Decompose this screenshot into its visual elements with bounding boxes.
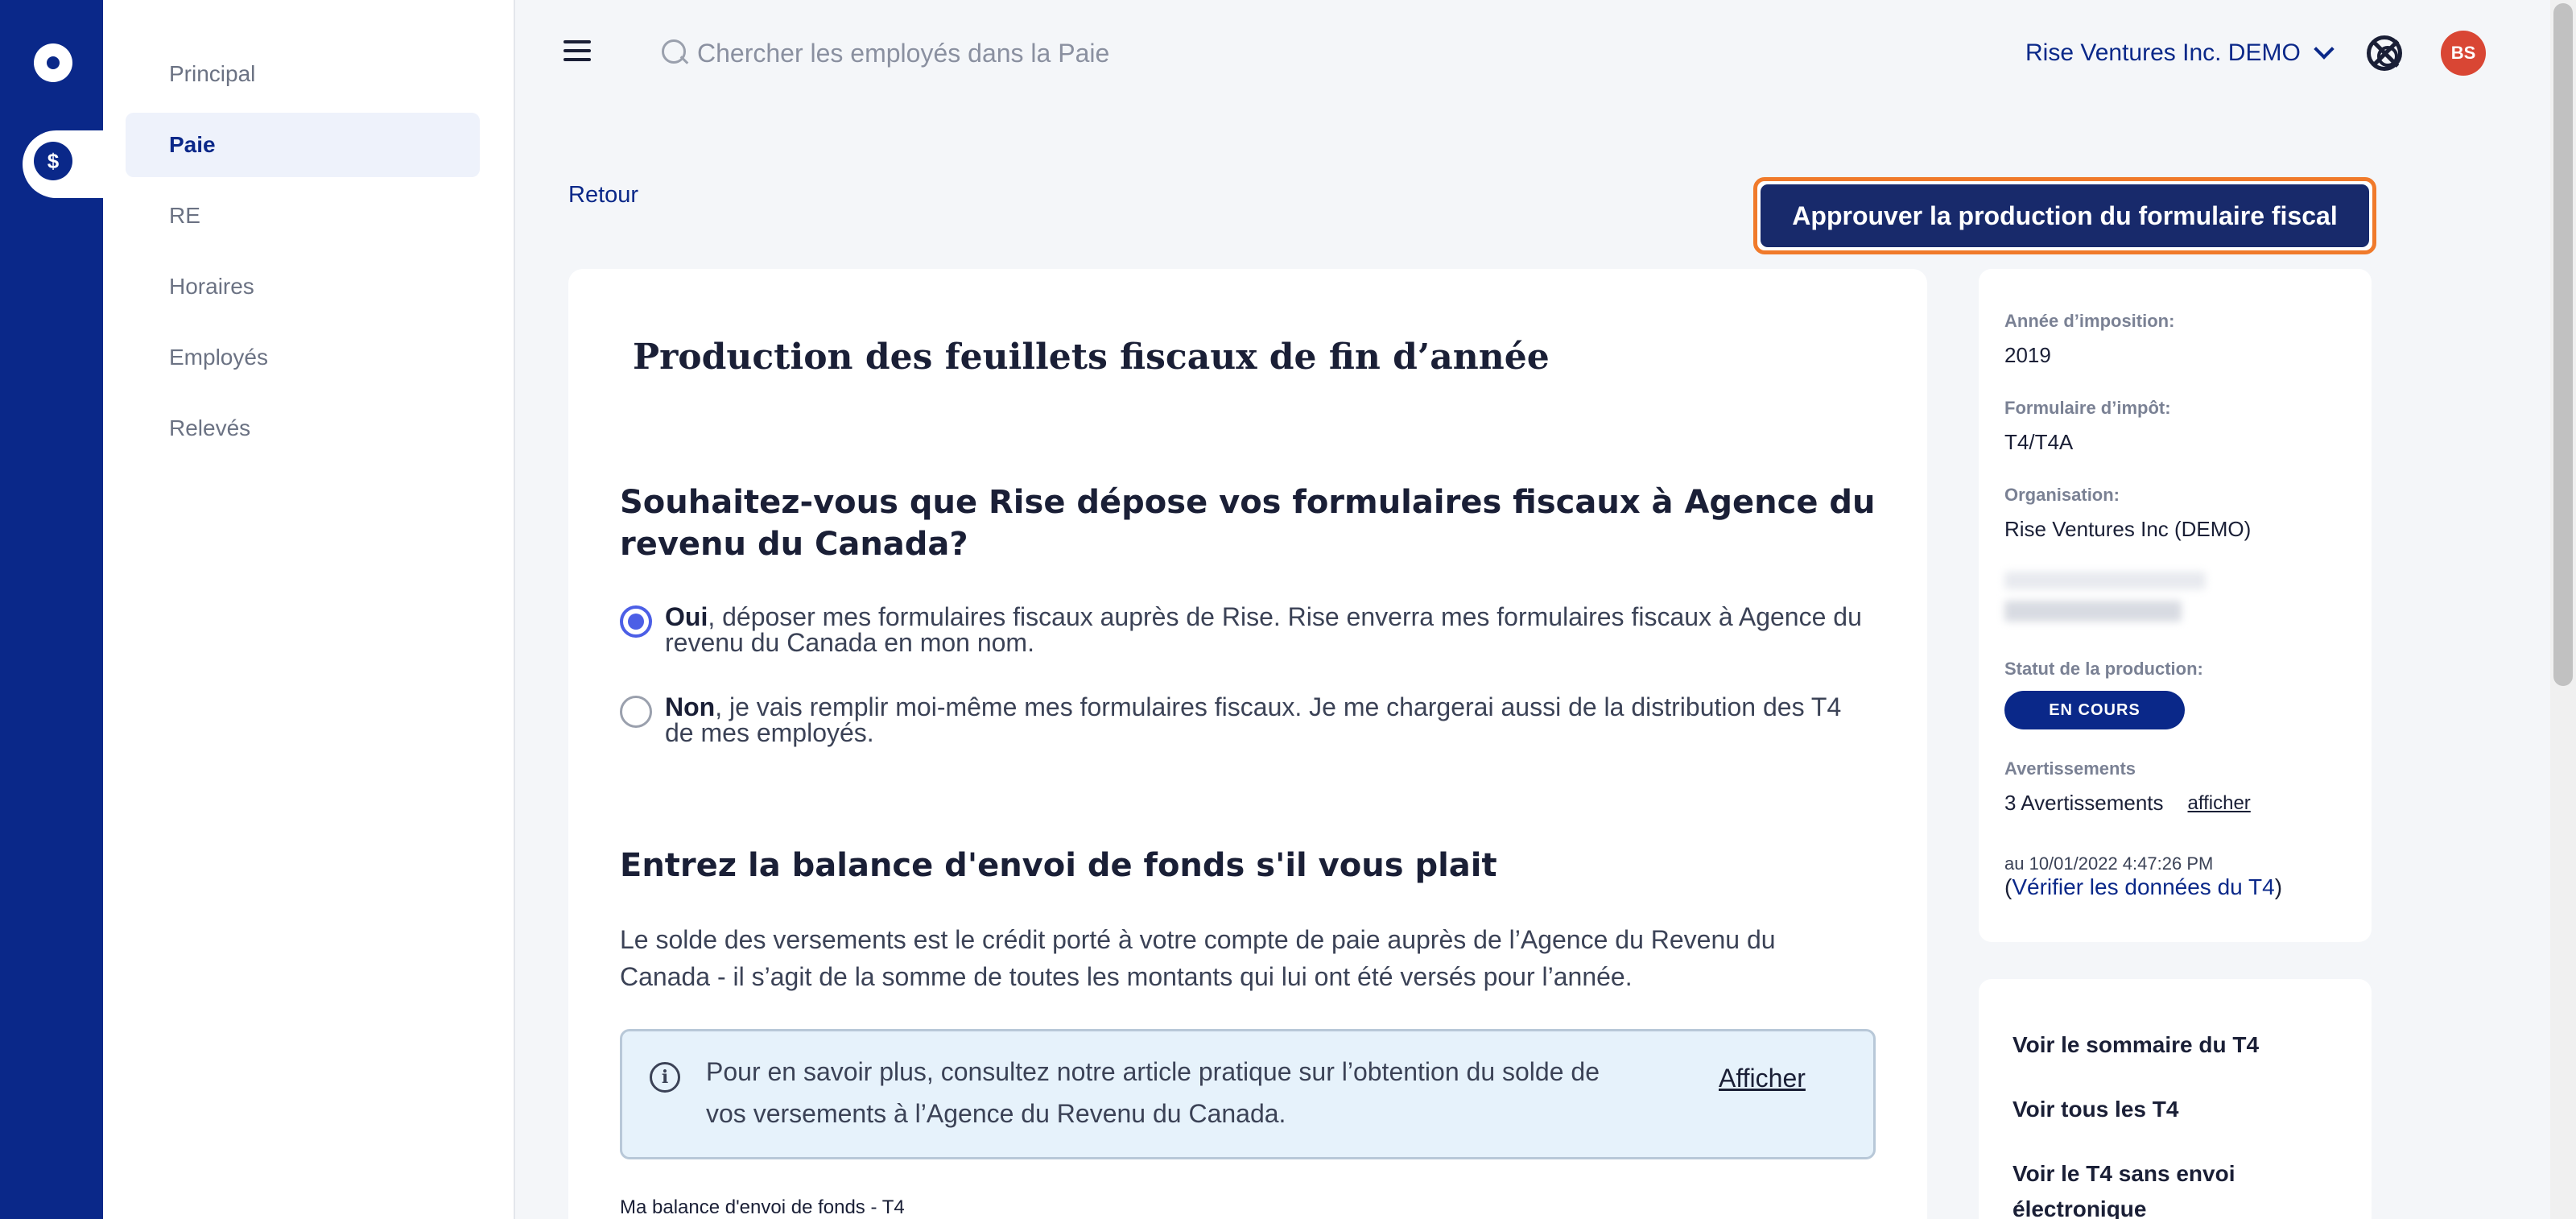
filing-status-label: Statut de la production: bbox=[2004, 659, 2203, 679]
organization-label: Organisation: bbox=[2004, 485, 2120, 505]
avatar[interactable]: BS bbox=[2441, 31, 2486, 76]
warnings: Avertissements 3 Avertissements afficher bbox=[2004, 758, 2251, 816]
verify-t4: (Vérifier les données du T4) bbox=[2004, 874, 2283, 899]
sidebar-item-releves[interactable]: Relevés bbox=[126, 396, 480, 461]
info-link[interactable]: Afficher bbox=[1719, 1064, 1806, 1093]
hamburger-icon[interactable] bbox=[564, 40, 591, 61]
sidebar-item-re[interactable]: RE bbox=[126, 184, 480, 248]
t4-summary-link[interactable]: Voir le sommaire du T4 bbox=[2013, 1027, 2351, 1063]
tax-year-label: Année d’imposition: bbox=[2004, 311, 2175, 331]
tax-form: Formulaire d’impôt: T4/T4A bbox=[2004, 398, 2171, 455]
approve-tax-filing-label: Approuver la production du formulaire fi… bbox=[1761, 184, 2369, 247]
tax-year: Année d’imposition: 2019 bbox=[2004, 311, 2174, 368]
info-text: Pour en savoir plus, consultez notre art… bbox=[706, 1057, 1600, 1128]
chevron-down-icon bbox=[2314, 39, 2334, 60]
option-no[interactable]: Non, je vais remplir moi-même mes formul… bbox=[620, 694, 1876, 746]
warnings-count: 3 Avertissements bbox=[2004, 791, 2164, 815]
sidebar-item-paie[interactable]: Paie bbox=[126, 113, 480, 177]
option-yes-text: Oui, déposer mes formulaires fiscaux aup… bbox=[665, 602, 1862, 657]
lifebuoy-icon[interactable] bbox=[2367, 35, 2402, 71]
scrollbar-thumb[interactable] bbox=[2553, 3, 2573, 686]
warnings-label: Avertissements bbox=[2004, 758, 2136, 779]
sidebar-item-employes[interactable]: Employés bbox=[126, 325, 480, 390]
filing-summary-panel: Année d’imposition: 2019 Formulaire d’im… bbox=[1979, 269, 2372, 942]
dollar-icon: $ bbox=[34, 142, 72, 180]
option-yes[interactable]: Oui, déposer mes formulaires fiscaux aup… bbox=[620, 604, 1876, 655]
all-t4-link[interactable]: Voir tous les T4 bbox=[2013, 1092, 2351, 1127]
sidebar-item-horaires[interactable]: Horaires bbox=[126, 254, 480, 319]
radio-yes[interactable] bbox=[620, 605, 652, 638]
tax-filing-card: Production des feuillets fiscaux de fin … bbox=[568, 269, 1927, 1219]
page-scrollbar[interactable] bbox=[2550, 0, 2576, 1219]
org-switcher[interactable]: Rise Ventures Inc. DEMO bbox=[2025, 35, 2334, 71]
warnings-show-link[interactable]: afficher bbox=[2188, 792, 2251, 815]
sidebar-item-principal[interactable]: Principal bbox=[126, 42, 480, 106]
info-icon: i bbox=[650, 1062, 680, 1093]
radio-no[interactable] bbox=[620, 696, 652, 728]
app-rail: $ bbox=[0, 0, 106, 1219]
back-link[interactable]: Retour bbox=[568, 182, 638, 209]
approve-tax-filing-button[interactable]: Approuver la production du formulaire fi… bbox=[1753, 177, 2376, 254]
sidebar: Principal Paie RE Horaires Employés Rele… bbox=[103, 0, 515, 1219]
status-badge: EN COURS bbox=[2004, 691, 2185, 729]
t4-no-efile-link[interactable]: Voir le T4 sans envoi électronique bbox=[2013, 1156, 2351, 1219]
remittance-title: Entrez la balance d'envoi de fonds s'il … bbox=[620, 847, 1497, 884]
tax-year-value: 2019 bbox=[2004, 343, 2051, 367]
search-bar bbox=[660, 32, 1385, 74]
tax-form-value: T4/T4A bbox=[2004, 430, 2074, 454]
rail-payroll-button[interactable]: $ bbox=[23, 130, 106, 198]
data-timestamp: au 10/01/2022 4:47:26 PM bbox=[2004, 853, 2214, 874]
filing-status: Statut de la production: EN COURS bbox=[2004, 659, 2203, 729]
redacted-field bbox=[2004, 572, 2206, 622]
remittance-description: Le solde des versements est le crédit po… bbox=[620, 925, 1776, 991]
verify-t4-link[interactable]: Vérifier les données du T4 bbox=[2012, 874, 2274, 899]
page-title: Production des feuillets fiscaux de fin … bbox=[633, 337, 1550, 378]
organization: Organisation: Rise Ventures Inc (DEMO) bbox=[2004, 485, 2251, 542]
remittance-field-label: Ma balance d'envoi de fonds - T4 bbox=[620, 1196, 905, 1218]
rise-logo-icon bbox=[34, 43, 72, 82]
option-no-text: Non, je vais remplir moi-même mes formul… bbox=[665, 692, 1842, 747]
search-input[interactable] bbox=[697, 38, 1357, 68]
search-icon bbox=[660, 38, 691, 68]
filing-question: Souhaitez-vous que Rise dépose vos formu… bbox=[620, 484, 1876, 563]
info-callout: i Pour en savoir plus, consultez notre a… bbox=[620, 1029, 1876, 1159]
tax-form-label: Formulaire d’impôt: bbox=[2004, 398, 2171, 418]
t4-links-panel: Voir le sommaire du T4 Voir tous les T4 … bbox=[1979, 979, 2372, 1219]
org-switcher-label: Rise Ventures Inc. DEMO bbox=[2025, 39, 2301, 66]
rail-home-button[interactable] bbox=[23, 32, 106, 100]
organization-value: Rise Ventures Inc (DEMO) bbox=[2004, 517, 2252, 541]
